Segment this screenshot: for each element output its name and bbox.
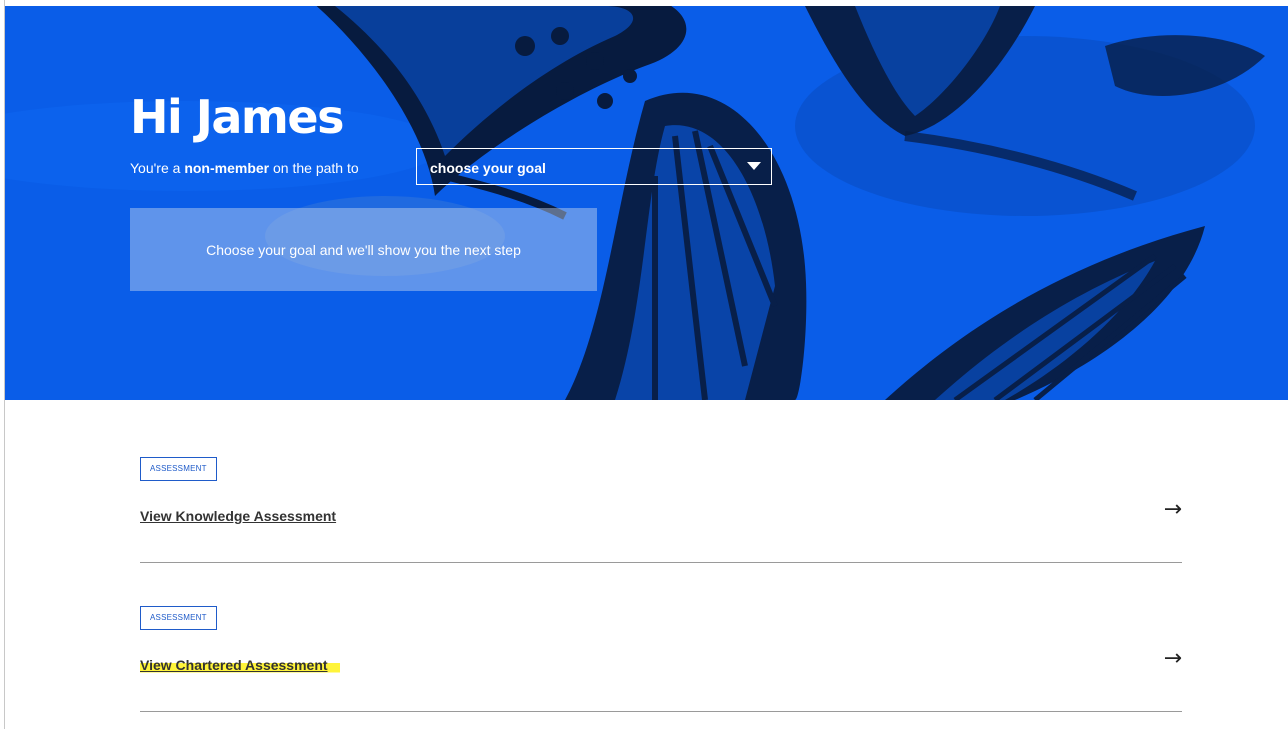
caret-down-icon <box>747 162 761 170</box>
next-step-panel: Choose your goal and we'll show you the … <box>130 208 597 291</box>
assessment-badge: ASSESSMENT <box>140 606 217 630</box>
arrow-right-icon[interactable]: → <box>1164 646 1182 671</box>
goal-select-value: choose your goal <box>430 160 546 176</box>
greeting-title: Hi James <box>130 90 344 144</box>
list-item-knowledge-assessment: ASSESSMENT View Knowledge Assessment → <box>140 457 1182 563</box>
butterfly-background-image <box>5 6 1265 400</box>
next-step-text: Choose your goal and we'll show you the … <box>206 241 521 258</box>
status-suffix: on the path to <box>269 160 359 176</box>
hero-banner: Hi James You're a non-member on the path… <box>5 6 1288 400</box>
goal-select[interactable]: choose your goal <box>416 148 772 185</box>
status-prefix: You're a <box>130 160 185 176</box>
list-item-chartered-assessment: ASSESSMENT View Chartered Assessment → <box>140 606 1182 712</box>
arrow-right-icon[interactable]: → <box>1164 497 1182 522</box>
divider <box>140 562 1182 563</box>
view-knowledge-assessment-link[interactable]: View Knowledge Assessment <box>140 508 336 524</box>
assessment-badge: ASSESSMENT <box>140 457 217 481</box>
divider <box>140 711 1182 712</box>
view-chartered-assessment-link[interactable]: View Chartered Assessment <box>140 657 340 673</box>
membership-level: non-member <box>184 160 270 176</box>
membership-status: You're a non-member on the path to <box>130 160 359 176</box>
